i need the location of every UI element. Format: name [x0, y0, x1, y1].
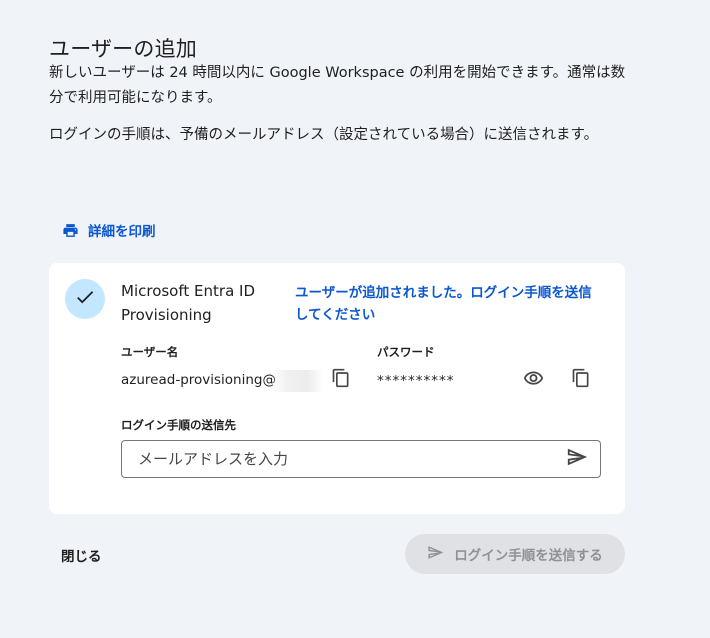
success-message: ユーザーが追加されました。ログイン手順を送信してください — [295, 285, 592, 323]
copy-password-button[interactable] — [569, 368, 593, 392]
password-label: パスワード — [377, 345, 435, 359]
printer-icon — [62, 222, 79, 239]
success-badge — [65, 279, 105, 319]
print-details-button[interactable]: 詳細を印刷 — [62, 220, 156, 240]
email-input[interactable] — [122, 441, 552, 477]
send-email-button[interactable] — [565, 447, 589, 471]
copy-icon — [331, 368, 351, 392]
email-field-container — [121, 440, 601, 478]
send-instructions-label: ログイン手順を送信する — [454, 548, 603, 564]
copy-username-button[interactable] — [329, 368, 353, 392]
page-title: ユーザーの追加 — [49, 37, 197, 61]
username-redaction — [271, 370, 323, 392]
send-icon — [566, 446, 588, 472]
print-details-label: 詳細を印刷 — [88, 224, 156, 240]
close-button[interactable]: 閉じる — [61, 545, 102, 565]
show-password-button[interactable] — [521, 368, 545, 392]
user-display-name: Microsoft Entra ID Provisioning — [121, 282, 255, 324]
eye-icon — [523, 368, 544, 393]
check-icon — [74, 286, 96, 312]
destination-label: ログイン手順の送信先 — [121, 418, 236, 432]
password-value: ********** — [377, 373, 455, 389]
description-login-instructions: ログインの手順は、予備のメールアドレス（設定されている場合）に送信されます。 — [49, 127, 599, 143]
user-card: Microsoft Entra ID Provisioning ユーザーが追加さ… — [49, 263, 625, 514]
copy-icon — [571, 368, 591, 392]
send-instructions-button[interactable]: ログイン手順を送信する — [405, 534, 625, 574]
username-label: ユーザー名 — [121, 345, 179, 359]
description-availability: 新しいユーザーは 24 時間以内に Google Workspace の利用を開… — [49, 65, 626, 106]
send-icon — [427, 544, 444, 565]
